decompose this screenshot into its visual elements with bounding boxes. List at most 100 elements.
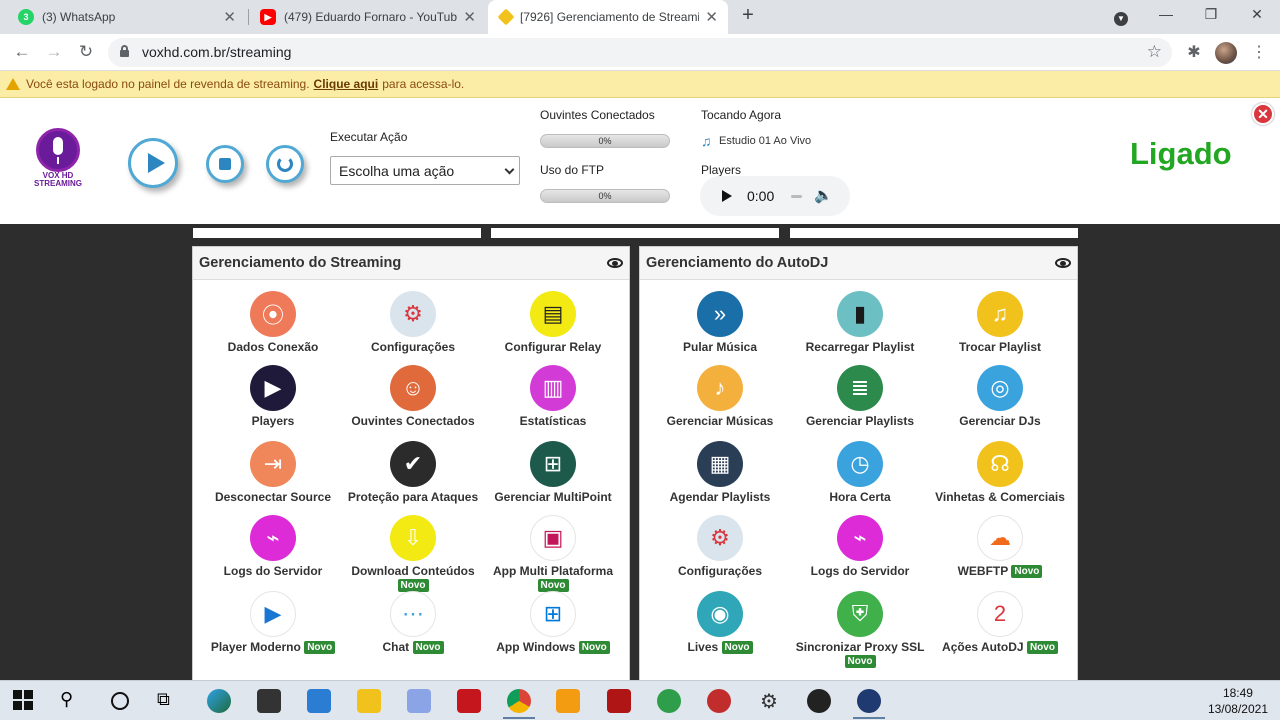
close-tab-icon[interactable]: ✕ xyxy=(223,8,236,26)
bookmark-star-icon[interactable]: ☆ xyxy=(1147,42,1162,62)
tab-youtube[interactable]: ▶ (479) Eduardo Fornaro - YouTube ✕ xyxy=(250,0,486,34)
tab-title: (479) Eduardo Fornaro - YouTube xyxy=(284,10,458,24)
stop-button[interactable] xyxy=(206,145,244,183)
close-tab-icon[interactable]: ✕ xyxy=(705,8,718,26)
autodj-item[interactable]: ♪ Gerenciar Músicas xyxy=(645,365,795,428)
autodj-item[interactable]: » Pular Música xyxy=(645,291,795,354)
autodj-item[interactable]: ◷ Hora Certa xyxy=(785,441,935,504)
autodj-item[interactable]: ◎ Gerenciar DJs xyxy=(925,365,1075,428)
obs-icon[interactable] xyxy=(807,689,831,713)
tab-streaming[interactable]: [7926] Gerenciamento de Streaming ✕ xyxy=(488,0,728,34)
control-header: VOX HD STREAMING Executar Ação Escolha u… xyxy=(0,98,1280,224)
eye-icon[interactable] xyxy=(607,258,623,268)
streaming-item-text: Configurar Relay xyxy=(504,340,602,354)
streaming-item[interactable]: ⦿ Dados Conexão xyxy=(198,291,348,354)
streaming-item[interactable]: ▶ Player Moderno Novo xyxy=(198,591,348,655)
streaming-item[interactable]: ⊞ App Windows Novo xyxy=(478,591,628,655)
autodj-item[interactable]: ⚙ Configurações xyxy=(645,515,795,578)
notice-link[interactable]: Clique aqui xyxy=(314,77,379,91)
streaming-item-text: App Windows xyxy=(496,640,576,654)
minimize-icon[interactable]: — xyxy=(1154,6,1178,22)
play-icon[interactable] xyxy=(722,190,732,202)
maximize-icon[interactable]: ❐ xyxy=(1199,6,1223,23)
volume-icon[interactable]: 🔈 xyxy=(814,186,833,204)
restart-button[interactable] xyxy=(266,145,304,183)
autodj-item[interactable]: 2 Ações AutoDJ Novo xyxy=(925,591,1075,655)
streaming-item[interactable]: ▥ Estatísticas xyxy=(478,365,628,428)
store-icon[interactable] xyxy=(257,689,281,713)
close-tab-icon[interactable]: ✕ xyxy=(463,8,476,26)
streaming-item[interactable]: ▣ App Multi Plataforma Novo xyxy=(478,515,628,593)
chrome-icon[interactable] xyxy=(503,689,535,719)
mail-icon[interactable] xyxy=(307,689,331,713)
tab-whatsapp[interactable]: 3 (3) WhatsApp ✕ xyxy=(8,0,246,34)
media-app-icon[interactable] xyxy=(556,689,580,713)
seek-bar[interactable] xyxy=(791,195,802,198)
autodj-item[interactable]: ≣ Gerenciar Playlists xyxy=(785,365,935,428)
file-explorer-icon[interactable] xyxy=(357,689,381,713)
avatar[interactable] xyxy=(1215,42,1237,64)
autodj-item[interactable]: ⛨ Sincronizar Proxy SSL Novo xyxy=(785,591,935,669)
server-logs-icon: ⌁ xyxy=(837,515,883,561)
action-select[interactable]: Escolha uma ação xyxy=(330,156,520,185)
autodj-item-label: Hora Certa xyxy=(785,490,935,504)
streaming-item[interactable]: ⇩ Download Conteúdos Novo xyxy=(338,515,488,593)
search-icon[interactable]: ⚲ xyxy=(60,689,84,713)
ssl-icon: ⛨ xyxy=(837,591,883,637)
multipoint-icon: ⊞ xyxy=(530,441,576,487)
vpn-icon[interactable] xyxy=(657,689,681,713)
autodj-item-text: Configurações xyxy=(677,564,762,578)
windows-start-icon[interactable] xyxy=(12,689,36,713)
autodj-item-text: Agendar Playlists xyxy=(669,490,771,504)
cortana-icon[interactable] xyxy=(108,689,132,713)
streaming-item[interactable]: ✔ Proteção para Ataques xyxy=(338,441,488,504)
autodj-item[interactable]: ⌁ Logs do Servidor xyxy=(785,515,935,578)
edge-icon[interactable] xyxy=(207,689,231,713)
streaming-item[interactable]: ☺ Ouvintes Conectados xyxy=(338,365,488,428)
streaming-item[interactable]: ⊞ Gerenciar MultiPoint xyxy=(478,441,628,504)
streaming-item[interactable]: ▶ Players xyxy=(198,365,348,428)
autodj-item[interactable]: ♫ Trocar Playlist xyxy=(925,291,1075,354)
autodj-item-label: Vinhetas & Comerciais xyxy=(925,490,1075,504)
filezilla-icon[interactable] xyxy=(607,689,631,713)
task-view-icon[interactable]: ⧉ xyxy=(157,689,181,713)
reload-icon[interactable]: ↻ xyxy=(74,41,98,65)
app-icon[interactable] xyxy=(853,689,885,719)
streaming-item-label: Desconectar Source xyxy=(198,490,348,504)
autodj-item[interactable]: ▮ Recarregar Playlist xyxy=(785,291,935,354)
streaming-item[interactable]: ⚙ Configurações xyxy=(338,291,488,354)
gear-icon[interactable]: ⚙ xyxy=(757,689,781,713)
forward-icon[interactable]: → xyxy=(42,41,66,65)
streaming-item[interactable]: ⌁ Logs do Servidor xyxy=(198,515,348,578)
extensions-icon[interactable]: ✱ xyxy=(1183,42,1205,64)
settings-app-icon[interactable] xyxy=(407,689,431,713)
autodj-item[interactable]: ◉ Lives Novo xyxy=(645,591,795,655)
connection-icon: ⦿ xyxy=(250,291,296,337)
whatsapp-icon: 3 xyxy=(18,9,34,25)
mic-app-icon[interactable] xyxy=(707,689,731,713)
close-window-icon[interactable]: ✕ xyxy=(1245,6,1269,23)
address-bar[interactable]: voxhd.com.br/streaming ☆ xyxy=(108,38,1172,67)
autodj-panel-title: Gerenciamento do AutoDJ xyxy=(646,255,829,271)
autodj-item[interactable]: ☁ WEBFTP Novo xyxy=(925,515,1075,579)
ftp-progress: 0% xyxy=(540,189,670,203)
streaming-item[interactable]: ⇥ Desconectar Source xyxy=(198,441,348,504)
logo: VOX HD STREAMING xyxy=(34,128,82,188)
panel-stub xyxy=(790,228,1078,238)
disconnect-icon: ⇥ xyxy=(250,441,296,487)
eye-icon[interactable] xyxy=(1055,258,1071,268)
autodj-item[interactable]: ☊ Vinhetas & Comerciais xyxy=(925,441,1075,504)
ftp-percent: 0% xyxy=(598,191,612,201)
system-clock[interactable]: 18:49 13/08/2021 xyxy=(1208,685,1268,717)
close-icon[interactable]: ✕ xyxy=(1252,103,1274,125)
streaming-item[interactable]: ▤ Configurar Relay xyxy=(478,291,628,354)
new-tab-button[interactable]: + xyxy=(738,4,758,27)
streaming-item[interactable]: ⋯ Chat Novo xyxy=(338,591,488,655)
back-icon[interactable]: ← xyxy=(10,41,34,65)
tab-search-icon[interactable]: ▼ xyxy=(1109,8,1133,26)
autodj-item[interactable]: ▦ Agendar Playlists xyxy=(645,441,795,504)
mcafee-icon[interactable] xyxy=(457,689,481,713)
play-button[interactable] xyxy=(128,138,178,188)
menu-icon[interactable]: ⋮ xyxy=(1248,42,1270,64)
autodj-item-text: Logs do Servidor xyxy=(810,564,910,578)
